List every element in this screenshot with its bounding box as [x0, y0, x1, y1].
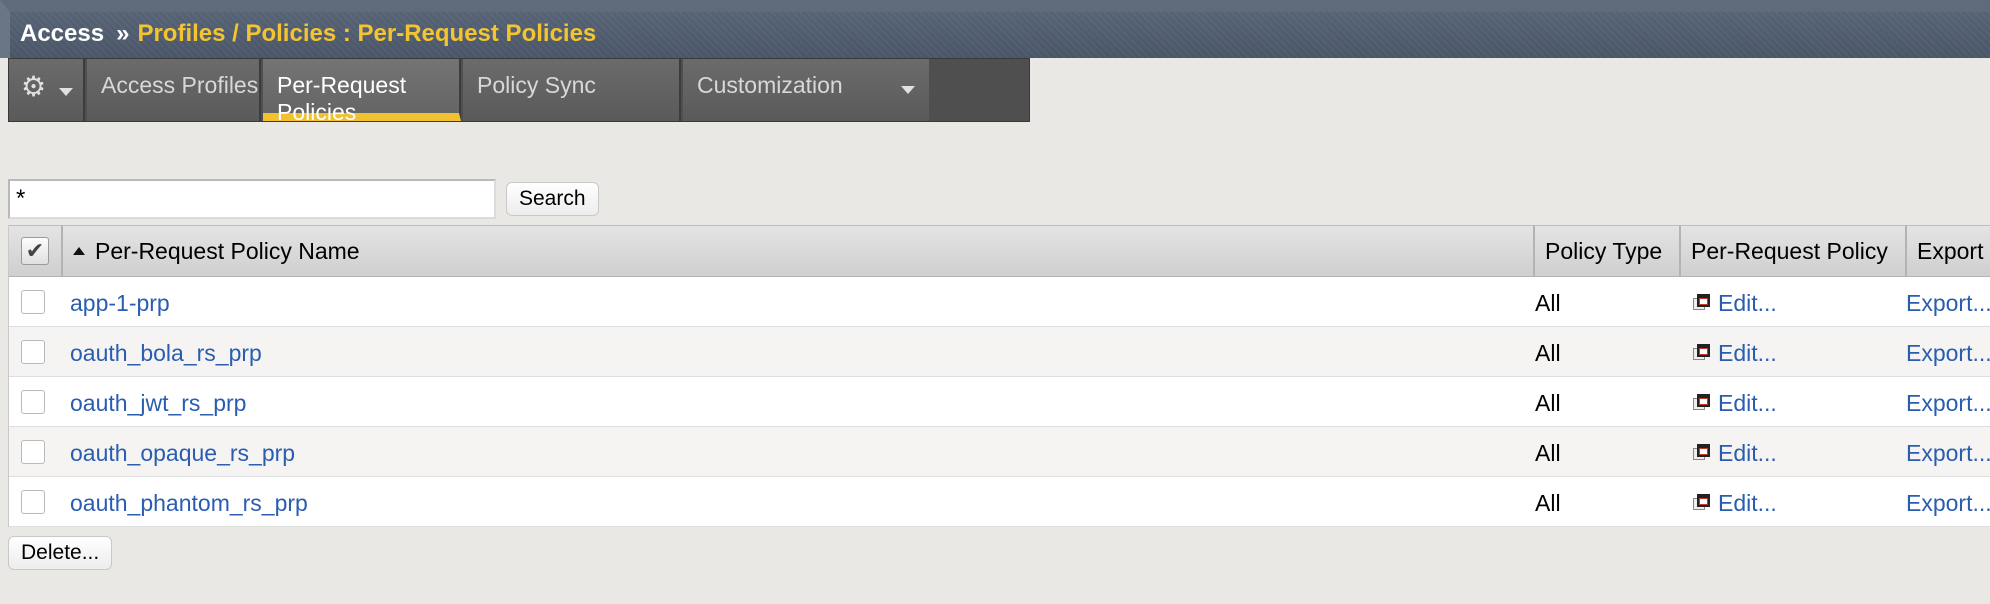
table-row: app-1-prp All Edit... Export...: [9, 277, 1990, 327]
select-all-cell: ✔: [9, 226, 61, 277]
tab-label: Per-Request Policies: [277, 72, 407, 125]
row-checkbox[interactable]: [21, 340, 45, 364]
tab-per-request-policies[interactable]: Per-Request Policies: [263, 59, 461, 125]
chevron-down-icon: [901, 86, 915, 94]
row-checkbox[interactable]: [21, 440, 45, 464]
policy-name-link[interactable]: oauth_bola_rs_prp: [70, 340, 262, 367]
policy-name-link[interactable]: app-1-prp: [70, 290, 170, 317]
policy-type: All: [1535, 440, 1561, 466]
export-policy-link[interactable]: Export...: [1906, 290, 1990, 317]
policy-type: All: [1535, 340, 1561, 366]
breadcrumb-bar: Access » Profiles / Policies : Per-Request…: [0, 0, 1990, 58]
policy-editor-icon: [1693, 294, 1710, 310]
column-header-label: Export: [1917, 238, 1984, 264]
edit-policy-link[interactable]: Edit...: [1718, 490, 1777, 517]
policy-name-link[interactable]: oauth_opaque_rs_prp: [70, 440, 295, 467]
row-checkbox[interactable]: [21, 390, 45, 414]
policy-editor-icon: [1693, 494, 1710, 510]
column-header-policy-type: Policy Type: [1533, 226, 1679, 277]
tab-access-profiles[interactable]: Access Profiles: [87, 59, 261, 121]
policies-table: ✔ Per-Request Policy Name Policy Type Pe…: [8, 225, 1990, 527]
edit-policy-link[interactable]: Edit...: [1718, 290, 1777, 317]
tab-label: Access Profiles: [101, 72, 259, 98]
column-header-name[interactable]: Per-Request Policy Name: [61, 226, 1533, 277]
tab-label: Policy Sync: [477, 72, 596, 98]
table-row: oauth_opaque_rs_prp All Edit... Export..…: [9, 427, 1990, 477]
delete-button[interactable]: Delete...: [8, 536, 113, 570]
gear-icon: ⚙: [21, 71, 47, 102]
tab-bar: ⚙ Access Profiles Per-Request Policies P…: [8, 58, 1030, 125]
column-header-per-request-policy: Per-Request Policy: [1679, 226, 1905, 277]
table-row: oauth_bola_rs_prp All Edit... Export...: [9, 327, 1990, 377]
search-input[interactable]: [8, 179, 496, 219]
table-row: oauth_phantom_rs_prp All Edit... Export.…: [9, 477, 1990, 527]
policy-name-link[interactable]: oauth_jwt_rs_prp: [70, 390, 246, 417]
breadcrumb-separator: »: [116, 20, 130, 47]
breadcrumb-current: Profiles / Policies : Per-Request Polici…: [137, 20, 597, 47]
edit-policy-link[interactable]: Edit...: [1718, 340, 1777, 367]
policy-editor-icon: [1693, 394, 1710, 410]
row-checkbox[interactable]: [21, 490, 45, 514]
export-policy-link[interactable]: Export...: [1906, 390, 1990, 417]
table-header: ✔ Per-Request Policy Name Policy Type Pe…: [9, 225, 1990, 277]
policy-type: All: [1535, 490, 1561, 516]
chevron-down-icon: [59, 88, 73, 96]
row-checkbox[interactable]: [21, 290, 45, 314]
policy-editor-icon: [1693, 344, 1710, 360]
policy-name-link[interactable]: oauth_phantom_rs_prp: [70, 490, 308, 517]
export-policy-link[interactable]: Export...: [1906, 440, 1990, 467]
policy-type: All: [1535, 390, 1561, 416]
export-policy-link[interactable]: Export...: [1906, 490, 1990, 517]
tab-label: Customization: [697, 72, 843, 98]
table-row: oauth_jwt_rs_prp All Edit... Export...: [9, 377, 1990, 427]
column-header-label: Policy Type: [1545, 238, 1663, 264]
edit-policy-link[interactable]: Edit...: [1718, 390, 1777, 417]
tab-policy-sync[interactable]: Policy Sync: [463, 59, 681, 121]
column-header-export: Export: [1905, 226, 1990, 277]
breadcrumb: Access » Profiles / Policies : Per-Request…: [20, 20, 596, 48]
edit-policy-link[interactable]: Edit...: [1718, 440, 1777, 467]
tab-customization[interactable]: Customization: [683, 59, 929, 121]
policy-editor-icon: [1693, 444, 1710, 460]
settings-menu-button[interactable]: ⚙: [9, 59, 85, 121]
search-button[interactable]: Search: [506, 182, 599, 216]
column-header-label: Per-Request Policy: [1691, 238, 1888, 264]
select-all-checkbox[interactable]: ✔: [21, 237, 49, 265]
export-policy-link[interactable]: Export...: [1906, 340, 1990, 367]
sort-ascending-icon: [73, 246, 85, 255]
breadcrumb-root[interactable]: Access: [20, 20, 104, 47]
column-header-label: Per-Request Policy Name: [95, 238, 360, 264]
policy-type: All: [1535, 290, 1561, 316]
